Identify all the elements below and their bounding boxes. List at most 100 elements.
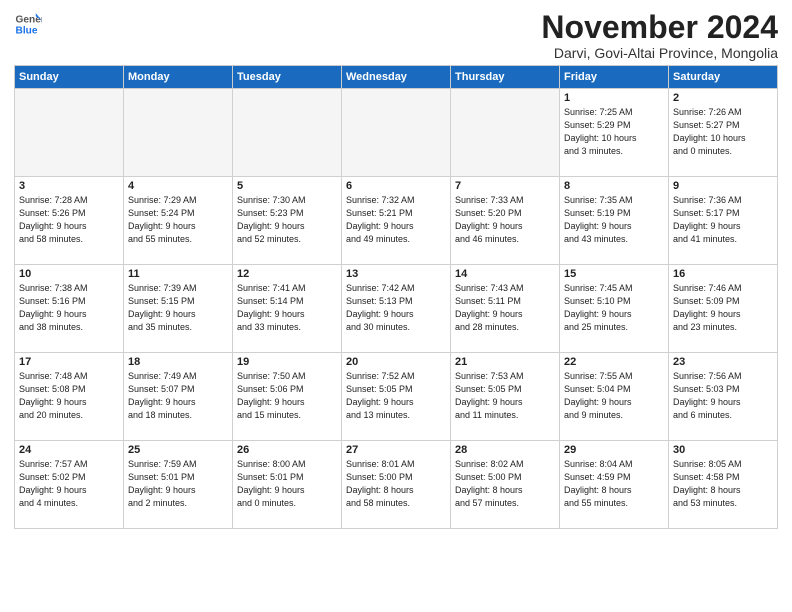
calendar-cell: 7 Sunrise: 7:33 AM Sunset: 5:20 PM Daylig… [451, 177, 560, 265]
weekday-header: Friday [560, 66, 669, 89]
day-number: 15 [564, 268, 664, 280]
day-number: 7 [455, 180, 555, 192]
day-number: 3 [19, 180, 119, 192]
day-number: 4 [128, 180, 228, 192]
calendar-cell: 13 Sunrise: 7:42 AM Sunset: 5:13 PM Dayli… [342, 265, 451, 353]
day-number: 5 [237, 180, 337, 192]
day-info: Sunrise: 7:33 AM Sunset: 5:20 PM Dayligh… [455, 194, 555, 246]
calendar-cell [451, 89, 560, 177]
day-info: Sunrise: 7:26 AM Sunset: 5:27 PM Dayligh… [673, 106, 773, 158]
day-info: Sunrise: 8:01 AM Sunset: 5:00 PM Dayligh… [346, 458, 446, 510]
svg-text:Blue: Blue [16, 25, 38, 36]
day-number: 14 [455, 268, 555, 280]
day-info: Sunrise: 7:48 AM Sunset: 5:08 PM Dayligh… [19, 370, 119, 422]
calendar-cell: 28 Sunrise: 8:02 AM Sunset: 5:00 PM Dayli… [451, 441, 560, 529]
calendar-cell: 9 Sunrise: 7:36 AM Sunset: 5:17 PM Daylig… [669, 177, 778, 265]
day-info: Sunrise: 7:25 AM Sunset: 5:29 PM Dayligh… [564, 106, 664, 158]
day-number: 20 [346, 356, 446, 368]
day-number: 25 [128, 444, 228, 456]
calendar-table: SundayMondayTuesdayWednesdayThursdayFrid… [14, 65, 778, 529]
day-number: 24 [19, 444, 119, 456]
day-number: 13 [346, 268, 446, 280]
day-number: 30 [673, 444, 773, 456]
calendar-cell: 2 Sunrise: 7:26 AM Sunset: 5:27 PM Daylig… [669, 89, 778, 177]
calendar-cell: 29 Sunrise: 8:04 AM Sunset: 4:59 PM Dayli… [560, 441, 669, 529]
calendar-cell: 17 Sunrise: 7:48 AM Sunset: 5:08 PM Dayli… [15, 353, 124, 441]
calendar-cell: 5 Sunrise: 7:30 AM Sunset: 5:23 PM Daylig… [233, 177, 342, 265]
day-number: 8 [564, 180, 664, 192]
calendar-cell: 8 Sunrise: 7:35 AM Sunset: 5:19 PM Daylig… [560, 177, 669, 265]
day-info: Sunrise: 7:42 AM Sunset: 5:13 PM Dayligh… [346, 282, 446, 334]
day-number: 6 [346, 180, 446, 192]
day-info: Sunrise: 8:04 AM Sunset: 4:59 PM Dayligh… [564, 458, 664, 510]
day-info: Sunrise: 7:36 AM Sunset: 5:17 PM Dayligh… [673, 194, 773, 246]
calendar-cell: 15 Sunrise: 7:45 AM Sunset: 5:10 PM Dayli… [560, 265, 669, 353]
calendar-cell: 24 Sunrise: 7:57 AM Sunset: 5:02 PM Dayli… [15, 441, 124, 529]
month-title: November 2024 [541, 10, 778, 45]
day-number: 18 [128, 356, 228, 368]
weekday-header: Saturday [669, 66, 778, 89]
day-info: Sunrise: 8:00 AM Sunset: 5:01 PM Dayligh… [237, 458, 337, 510]
day-number: 26 [237, 444, 337, 456]
day-number: 22 [564, 356, 664, 368]
day-info: Sunrise: 7:45 AM Sunset: 5:10 PM Dayligh… [564, 282, 664, 334]
calendar-cell [233, 89, 342, 177]
day-info: Sunrise: 7:52 AM Sunset: 5:05 PM Dayligh… [346, 370, 446, 422]
day-info: Sunrise: 7:49 AM Sunset: 5:07 PM Dayligh… [128, 370, 228, 422]
day-info: Sunrise: 7:59 AM Sunset: 5:01 PM Dayligh… [128, 458, 228, 510]
day-info: Sunrise: 7:35 AM Sunset: 5:19 PM Dayligh… [564, 194, 664, 246]
calendar-cell: 22 Sunrise: 7:55 AM Sunset: 5:04 PM Dayli… [560, 353, 669, 441]
calendar-cell: 18 Sunrise: 7:49 AM Sunset: 5:07 PM Dayli… [124, 353, 233, 441]
calendar-cell [15, 89, 124, 177]
subtitle: Darvi, Govi-Altai Province, Mongolia [541, 45, 778, 61]
calendar-cell: 11 Sunrise: 7:39 AM Sunset: 5:15 PM Dayli… [124, 265, 233, 353]
calendar-cell: 21 Sunrise: 7:53 AM Sunset: 5:05 PM Dayli… [451, 353, 560, 441]
day-info: Sunrise: 7:29 AM Sunset: 5:24 PM Dayligh… [128, 194, 228, 246]
calendar-cell: 6 Sunrise: 7:32 AM Sunset: 5:21 PM Daylig… [342, 177, 451, 265]
day-number: 21 [455, 356, 555, 368]
calendar-cell: 27 Sunrise: 8:01 AM Sunset: 5:00 PM Dayli… [342, 441, 451, 529]
day-info: Sunrise: 7:30 AM Sunset: 5:23 PM Dayligh… [237, 194, 337, 246]
calendar-cell: 25 Sunrise: 7:59 AM Sunset: 5:01 PM Dayli… [124, 441, 233, 529]
day-info: Sunrise: 7:57 AM Sunset: 5:02 PM Dayligh… [19, 458, 119, 510]
day-number: 23 [673, 356, 773, 368]
weekday-header: Tuesday [233, 66, 342, 89]
day-number: 12 [237, 268, 337, 280]
day-info: Sunrise: 8:02 AM Sunset: 5:00 PM Dayligh… [455, 458, 555, 510]
weekday-header: Wednesday [342, 66, 451, 89]
day-info: Sunrise: 7:39 AM Sunset: 5:15 PM Dayligh… [128, 282, 228, 334]
calendar-cell: 1Sunrise: 7:25 AM Sunset: 5:29 PM Daylig… [560, 89, 669, 177]
day-number: 10 [19, 268, 119, 280]
day-number: 28 [455, 444, 555, 456]
calendar-cell: 16Sunrise: 7:46 AM Sunset: 5:09 PM Dayli… [669, 265, 778, 353]
day-info: Sunrise: 8:05 AM Sunset: 4:58 PM Dayligh… [673, 458, 773, 510]
calendar-cell: 26 Sunrise: 8:00 AM Sunset: 5:01 PM Dayli… [233, 441, 342, 529]
day-info: Sunrise: 7:32 AM Sunset: 5:21 PM Dayligh… [346, 194, 446, 246]
calendar-cell [342, 89, 451, 177]
day-number: 29 [564, 444, 664, 456]
day-number: 11 [128, 268, 228, 280]
day-number: 17 [19, 356, 119, 368]
calendar-cell: 12 Sunrise: 7:41 AM Sunset: 5:14 PM Dayli… [233, 265, 342, 353]
day-info: Sunrise: 7:55 AM Sunset: 5:04 PM Dayligh… [564, 370, 664, 422]
day-number: 2 [673, 92, 773, 104]
weekday-header: Monday [124, 66, 233, 89]
day-info: Sunrise: 7:56 AM Sunset: 5:03 PM Dayligh… [673, 370, 773, 422]
day-number: 16 [673, 268, 773, 280]
calendar-cell [124, 89, 233, 177]
calendar-cell: 3Sunrise: 7:28 AM Sunset: 5:26 PM Daylig… [15, 177, 124, 265]
logo: General Blue [14, 10, 42, 38]
weekday-header: Sunday [15, 66, 124, 89]
day-number: 9 [673, 180, 773, 192]
calendar-cell: 10 Sunrise: 7:38 AM Sunset: 5:16 PM Dayli… [15, 265, 124, 353]
calendar-cell: 4 Sunrise: 7:29 AM Sunset: 5:24 PM Daylig… [124, 177, 233, 265]
title-section: November 2024 Darvi, Govi-Altai Province… [541, 10, 778, 61]
day-info: Sunrise: 7:41 AM Sunset: 5:14 PM Dayligh… [237, 282, 337, 334]
day-info: Sunrise: 7:50 AM Sunset: 5:06 PM Dayligh… [237, 370, 337, 422]
calendar-cell: 14Sunrise: 7:43 AM Sunset: 5:11 PM Dayli… [451, 265, 560, 353]
day-info: Sunrise: 7:53 AM Sunset: 5:05 PM Dayligh… [455, 370, 555, 422]
day-number: 27 [346, 444, 446, 456]
logo-icon: General Blue [14, 10, 42, 38]
day-info: Sunrise: 7:38 AM Sunset: 5:16 PM Dayligh… [19, 282, 119, 334]
calendar-cell: 20 Sunrise: 7:52 AM Sunset: 5:05 PM Dayli… [342, 353, 451, 441]
